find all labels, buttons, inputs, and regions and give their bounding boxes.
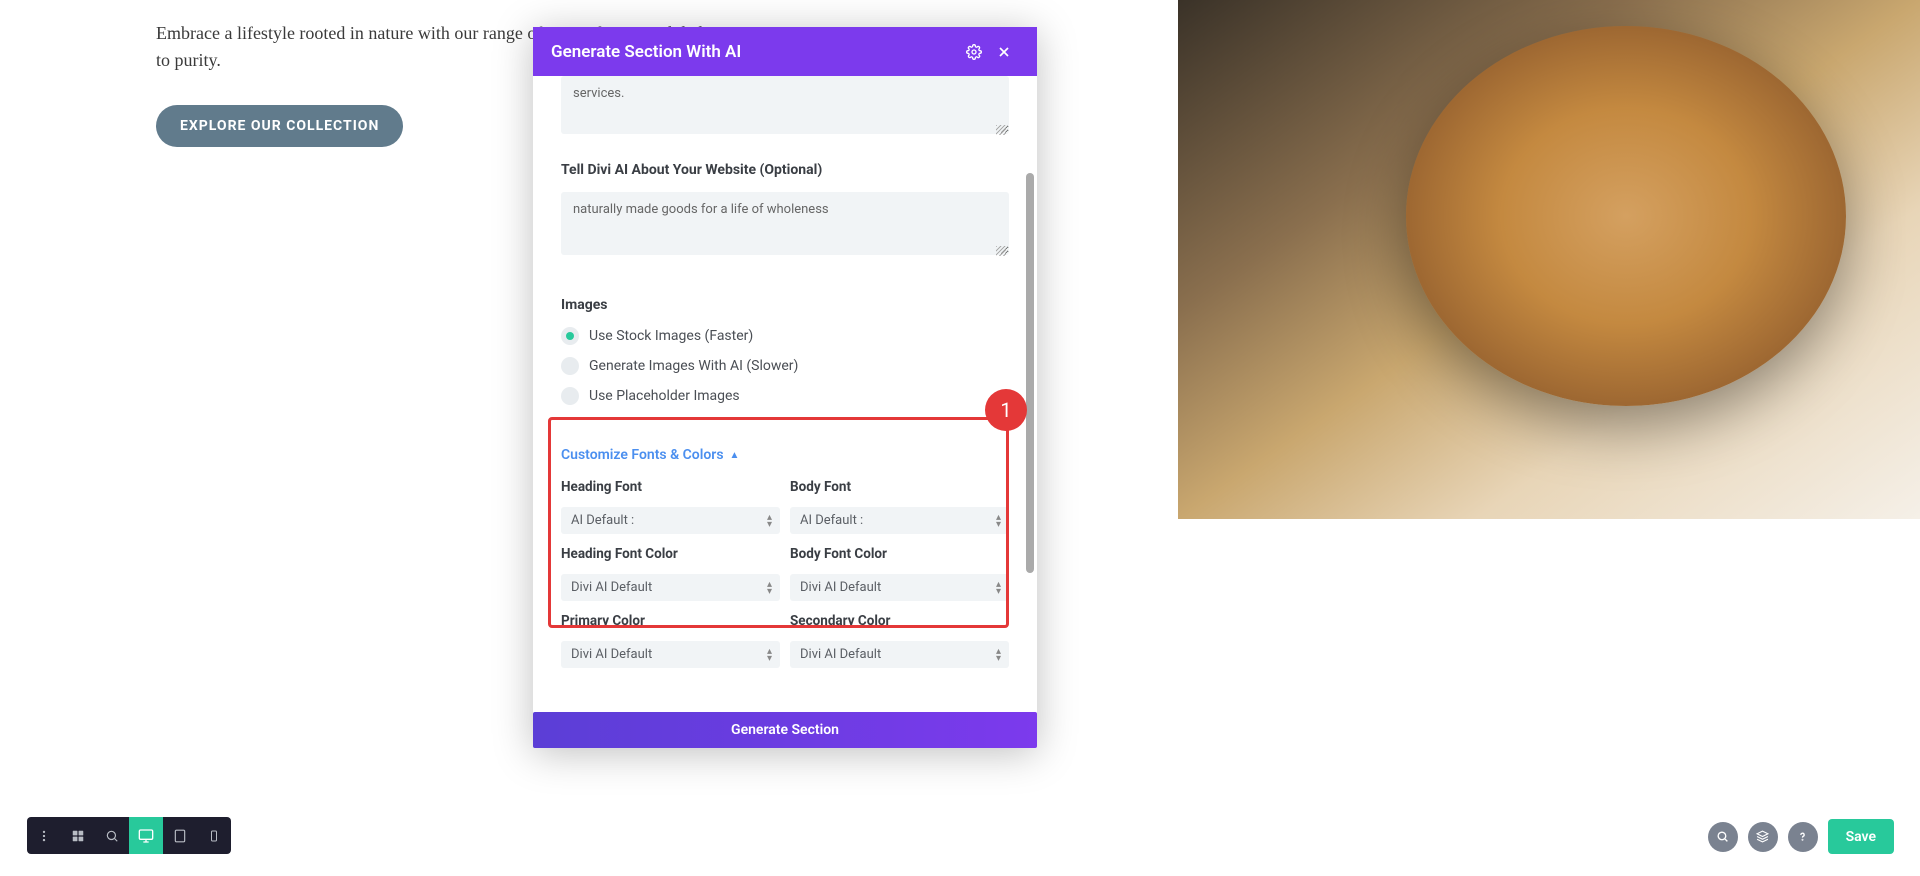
modal-header: Generate Section With AI: [533, 27, 1037, 76]
scrollbar-thumb[interactable]: [1026, 173, 1034, 573]
desktop-view-icon[interactable]: [129, 817, 163, 854]
customize-fonts-colors-toggle[interactable]: Customize Fonts & Colors ▲: [561, 447, 739, 463]
heading-font-select[interactable]: AI Default :: [561, 507, 780, 534]
help-round-icon[interactable]: [1788, 822, 1818, 852]
layers-round-icon[interactable]: [1748, 822, 1778, 852]
settings-icon[interactable]: [959, 37, 989, 67]
body-font-color-label: Body Font Color: [790, 546, 1009, 562]
primary-color-label: Primary Color: [561, 613, 780, 629]
radio-unselected-icon: [561, 357, 579, 375]
body-font-label: Body Font: [790, 479, 1009, 495]
bottom-right-controls: Save: [1708, 819, 1894, 854]
phone-view-icon[interactable]: [197, 817, 231, 854]
fonts-colors-grid: Heading Font AI Default : Body Font AI D…: [561, 479, 1009, 668]
body-font-select[interactable]: AI Default :: [790, 507, 1009, 534]
close-icon[interactable]: [989, 37, 1019, 67]
heading-font-label: Heading Font: [561, 479, 780, 495]
images-section-label: Images: [561, 297, 1009, 313]
customize-label: Customize Fonts & Colors: [561, 447, 724, 463]
annotation-badge: 1: [985, 389, 1027, 431]
section-description-input[interactable]: [561, 76, 1009, 134]
about-website-label: Tell Divi AI About Your Website (Optiona…: [561, 162, 1009, 178]
primary-color-select[interactable]: Divi AI Default: [561, 641, 780, 668]
radio-unselected-icon: [561, 387, 579, 405]
modal-title: Generate Section With AI: [551, 42, 959, 62]
radio-ai-label: Generate Images With AI (Slower): [589, 358, 798, 374]
modal-scrollbar[interactable]: [1026, 103, 1034, 703]
heading-font-color-label: Heading Font Color: [561, 546, 780, 562]
zoom-icon[interactable]: [95, 817, 129, 854]
wireframe-icon[interactable]: [61, 817, 95, 854]
radio-placeholder-images[interactable]: Use Placeholder Images: [561, 387, 1009, 405]
more-icon[interactable]: [27, 817, 61, 854]
generate-section-button[interactable]: Generate Section: [533, 712, 1037, 748]
modal-body: Tell Divi AI About Your Website (Optiona…: [533, 76, 1037, 688]
generate-section-modal: Generate Section With AI Tell Divi AI Ab…: [533, 27, 1037, 748]
hero-image: [1178, 0, 1920, 519]
radio-placeholder-label: Use Placeholder Images: [589, 388, 740, 404]
collapse-up-icon: ▲: [730, 450, 740, 461]
heading-font-color-select[interactable]: Divi AI Default: [561, 574, 780, 601]
tablet-view-icon[interactable]: [163, 817, 197, 854]
secondary-color-select[interactable]: Divi AI Default: [790, 641, 1009, 668]
radio-stock-label: Use Stock Images (Faster): [589, 328, 753, 344]
radio-ai-images[interactable]: Generate Images With AI (Slower): [561, 357, 1009, 375]
explore-collection-button[interactable]: EXPLORE OUR COLLECTION: [156, 105, 403, 147]
save-button[interactable]: Save: [1828, 819, 1894, 854]
secondary-color-label: Secondary Color: [790, 613, 1009, 629]
bottom-toolbar: [27, 817, 231, 854]
body-font-color-select[interactable]: Divi AI Default: [790, 574, 1009, 601]
radio-selected-icon: [561, 327, 579, 345]
radio-stock-images[interactable]: Use Stock Images (Faster): [561, 327, 1009, 345]
search-round-icon[interactable]: [1708, 822, 1738, 852]
about-website-input[interactable]: [561, 192, 1009, 255]
